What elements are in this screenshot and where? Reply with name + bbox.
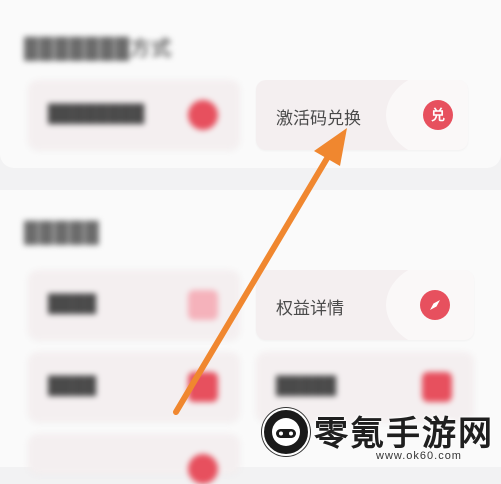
watermark-title: 零氪手游网 (314, 415, 494, 453)
watermark-url: www.ok60.com (376, 450, 462, 462)
gamepad-logo-icon (262, 408, 310, 456)
site-watermark: 零氪手游网 www.ok60.com (258, 402, 501, 467)
orange-arrow-annotation (173, 128, 347, 415)
